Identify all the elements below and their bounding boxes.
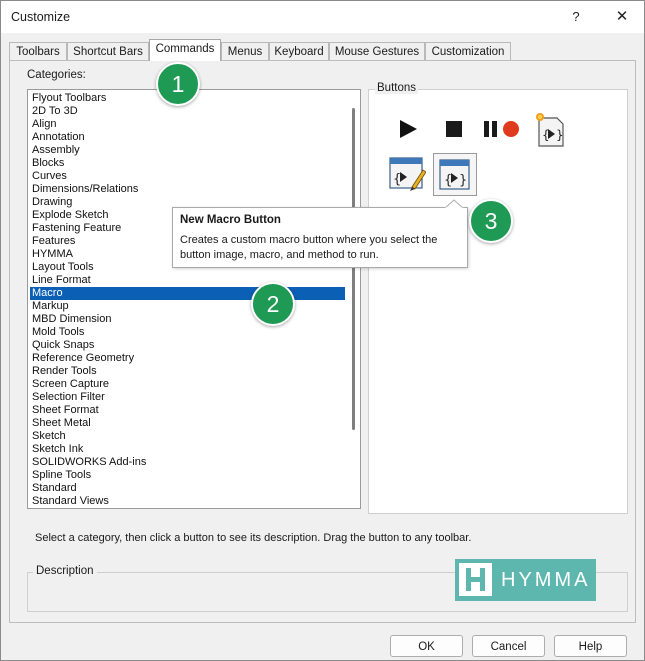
tooltip-pointer — [445, 199, 463, 209]
categories-scrollbar[interactable] — [349, 90, 359, 508]
category-item[interactable]: Dimensions/Relations — [30, 183, 345, 196]
category-item[interactable]: Quick Snaps — [30, 339, 345, 352]
category-item[interactable]: Sketch Ink — [30, 443, 345, 456]
callout-badge-2: 2 — [251, 282, 295, 326]
tab-customization[interactable]: Customization — [425, 42, 511, 60]
hymma-logo: HYMMA — [455, 559, 596, 601]
category-item[interactable]: Macro — [30, 287, 345, 300]
tab-keyboard[interactable]: Keyboard — [269, 42, 329, 60]
tab-strip: Toolbars Shortcut Bars Commands Menus Ke… — [9, 39, 639, 61]
category-item[interactable]: Sketch — [30, 430, 345, 443]
category-item[interactable]: Markup — [30, 300, 345, 313]
category-item[interactable]: Assembly — [30, 144, 345, 157]
tab-commands[interactable]: Commands — [149, 39, 221, 61]
play-macro-icon[interactable] — [395, 117, 421, 141]
help-footer-button[interactable]: Help — [554, 635, 627, 657]
category-item[interactable]: MBD Dimension — [30, 313, 345, 326]
category-item[interactable]: Sheet Metal — [30, 417, 345, 430]
category-item[interactable]: 2D To 3D — [30, 105, 345, 118]
category-item[interactable]: Reference Geometry — [30, 352, 345, 365]
category-item[interactable]: Annotation — [30, 131, 345, 144]
categories-label: Categories: — [27, 69, 86, 81]
category-item[interactable]: Mold Tools — [30, 326, 345, 339]
category-item[interactable]: Curves — [30, 170, 345, 183]
tooltip-title: New Macro Button — [180, 214, 281, 226]
category-item[interactable]: Sheet Format — [30, 404, 345, 417]
category-item[interactable]: Screen Capture — [30, 378, 345, 391]
button-bar — [1, 623, 644, 660]
tab-menus[interactable]: Menus — [221, 42, 269, 60]
logo-mark-icon — [459, 563, 492, 596]
record-pause-macro-icon[interactable] — [481, 117, 523, 141]
tab-toolbars[interactable]: Toolbars — [9, 42, 67, 60]
stop-macro-icon[interactable] — [442, 117, 466, 141]
svg-text:}: } — [556, 128, 564, 142]
category-item[interactable]: Standard Views — [30, 495, 345, 508]
category-item[interactable]: Line Format — [30, 274, 345, 287]
callout-badge-3: 3 — [469, 199, 513, 243]
category-item[interactable]: Spline Tools — [30, 469, 345, 482]
category-item[interactable]: SOLIDWORKS Add-ins — [30, 456, 345, 469]
tab-mouse-gestures[interactable]: Mouse Gestures — [329, 42, 425, 60]
category-item[interactable]: Selection Filter — [30, 391, 345, 404]
buttons-label: Buttons — [375, 82, 418, 94]
edit-macro-icon[interactable]: { — [388, 155, 426, 193]
logo-text: HYMMA — [501, 569, 591, 591]
ok-button[interactable]: OK — [390, 635, 463, 657]
tab-shortcut-bars[interactable]: Shortcut Bars — [67, 42, 149, 60]
tooltip: New Macro Button Creates a custom macro … — [172, 207, 468, 268]
scrollbar-thumb[interactable] — [352, 108, 355, 430]
category-item[interactable]: Render Tools — [30, 365, 345, 378]
close-button[interactable]: ✕ — [603, 5, 641, 29]
buttons-group — [368, 89, 628, 514]
new-macro-icon[interactable]: { } — [532, 109, 568, 149]
cancel-button[interactable]: Cancel — [472, 635, 545, 657]
category-item[interactable]: Standard — [30, 482, 345, 495]
svg-text:}: } — [459, 173, 467, 188]
title-bar: Customize ? ✕ — [1, 1, 644, 33]
new-macro-button[interactable]: { } — [433, 153, 477, 196]
window-title: Customize — [11, 10, 71, 24]
customize-dialog: Customize ? ✕ Toolbars Shortcut Bars Com… — [0, 0, 645, 661]
description-label: Description — [33, 565, 97, 577]
category-item[interactable]: Align — [30, 118, 345, 131]
tooltip-body: Creates a custom macro button where you … — [180, 234, 438, 261]
category-item[interactable]: Blocks — [30, 157, 345, 170]
categories-list[interactable]: Flyout Toolbars 2D To 3D Align Annotation As… — [27, 89, 361, 509]
callout-badge-1: 1 — [156, 62, 200, 106]
hint-text: Select a category, then click a button t… — [35, 532, 472, 544]
new-macro-button-icon: { } — [439, 159, 470, 190]
help-button[interactable]: ? — [557, 5, 595, 29]
